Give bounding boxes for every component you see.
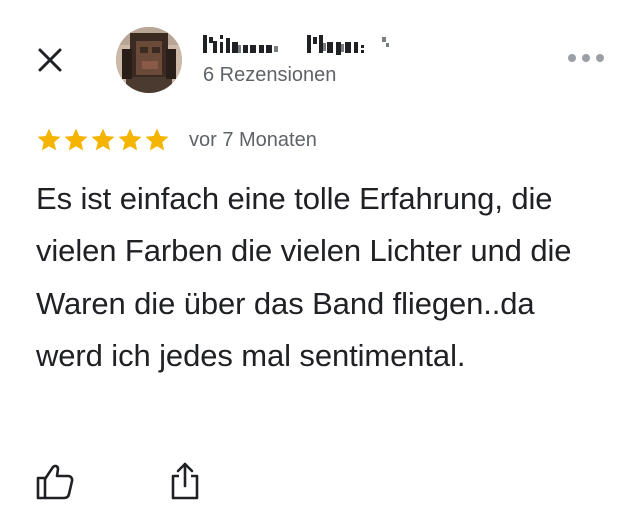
review-count[interactable]: 6 Rezensionen xyxy=(203,62,336,88)
like-button[interactable] xyxy=(35,462,75,502)
star-icon xyxy=(144,127,170,153)
close-button[interactable] xyxy=(33,43,67,77)
avatar[interactable] xyxy=(116,27,182,93)
review-text: Es ist einfach eine tolle Erfahrung, die… xyxy=(36,181,572,374)
author-name[interactable] xyxy=(203,33,393,55)
more-horizontal-icon xyxy=(568,54,604,62)
close-icon xyxy=(38,48,62,72)
share-icon xyxy=(171,462,199,500)
share-button[interactable] xyxy=(165,460,205,502)
thumbs-up-icon xyxy=(36,464,74,500)
star-icon xyxy=(117,127,143,153)
review-date: vor 7 Monaten xyxy=(189,129,317,151)
more-options-button[interactable] xyxy=(563,46,609,70)
star-icon xyxy=(63,127,89,153)
star-icon xyxy=(90,127,116,153)
star-icon xyxy=(36,127,62,153)
star-rating xyxy=(36,127,170,153)
